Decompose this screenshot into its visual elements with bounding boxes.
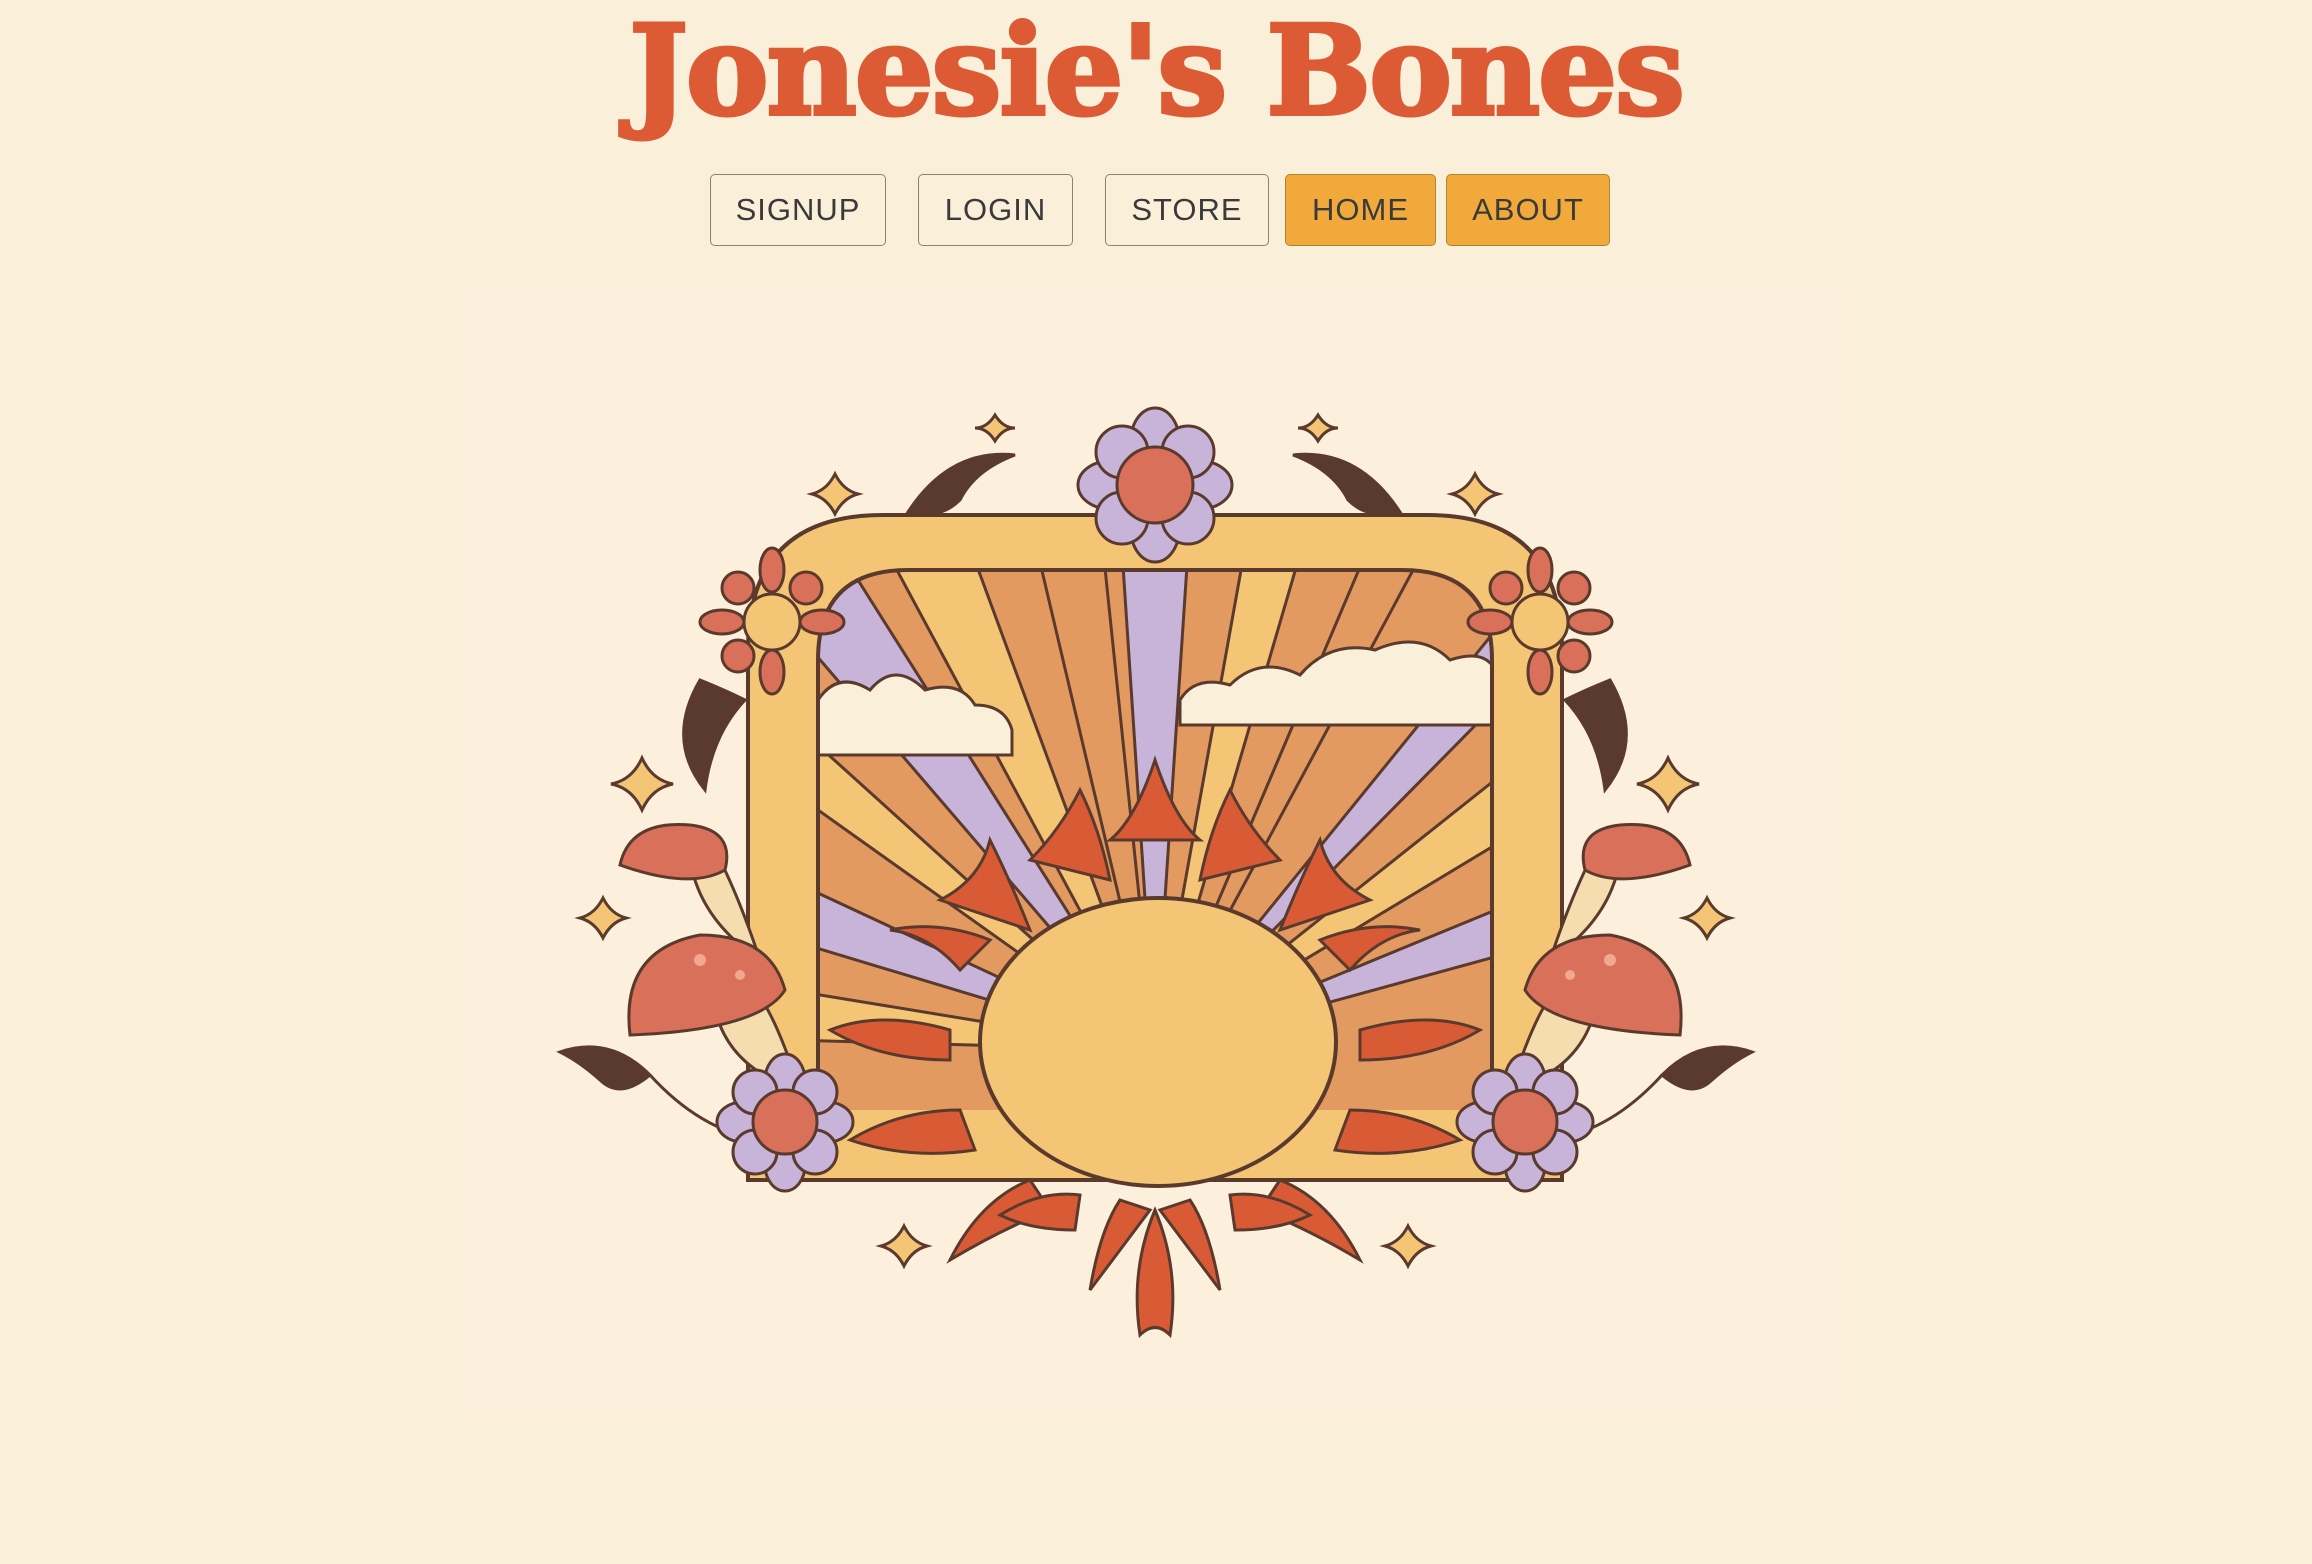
home-button[interactable]: HOME	[1285, 174, 1436, 246]
site-title: Jonesie's Bones	[627, 0, 1687, 144]
hero-illustration	[556, 406, 1756, 1339]
login-button[interactable]: LOGIN	[918, 174, 1073, 246]
main-nav: SIGNUP LOGIN STORE HOME ABOUT	[0, 174, 2312, 248]
sun-body	[978, 896, 1338, 1188]
signup-button[interactable]: SIGNUP	[710, 174, 886, 246]
store-button[interactable]: STORE	[1105, 174, 1269, 246]
hero-panel	[460, 286, 1850, 1416]
about-button[interactable]: ABOUT	[1446, 174, 1610, 246]
